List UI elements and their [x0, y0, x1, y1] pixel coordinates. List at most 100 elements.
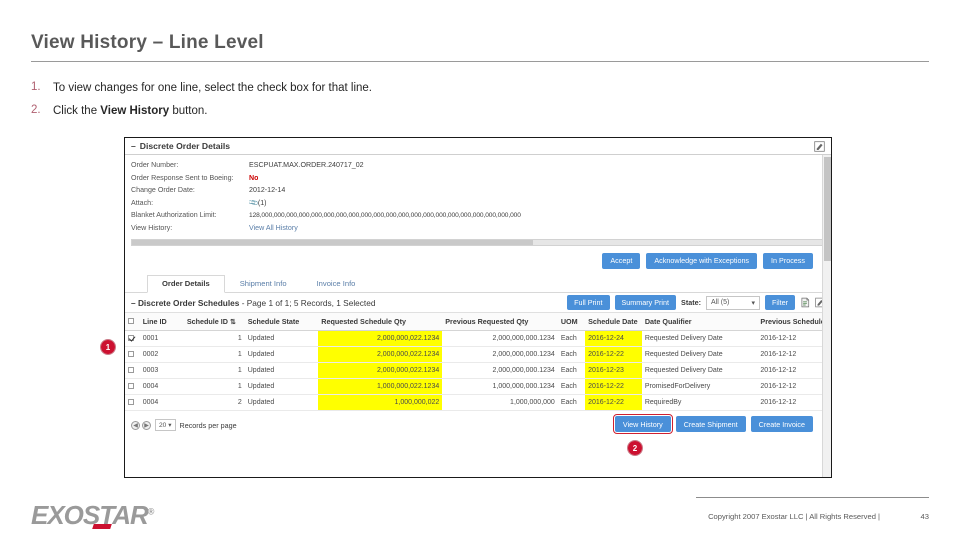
- schedules-bottom-bar: ◀ ▶ 20 ▾ Records per page View History C…: [125, 413, 831, 437]
- summary-print-button[interactable]: Summary Print: [614, 295, 677, 310]
- state-filter-select[interactable]: All (5) ▾: [706, 295, 761, 310]
- select-all-header[interactable]: [125, 312, 140, 331]
- cell-line-id: 0003: [139, 362, 184, 379]
- state-filter-label: State:: [681, 298, 702, 307]
- cell-schedule-state: Updated: [244, 394, 319, 411]
- cell-line-id: 0004: [139, 394, 184, 411]
- tab-shipment-info[interactable]: Shipment Info: [225, 275, 302, 292]
- collapse-toggle-icon[interactable]: –: [131, 141, 136, 151]
- col-requested-schedule-qty[interactable]: Requested Schedule Qty: [318, 312, 443, 331]
- row-select-cell[interactable]: [125, 394, 140, 411]
- tab-order-details[interactable]: Order Details: [147, 275, 225, 293]
- embedded-app-screenshot: – Discrete Order Details Order Number: E…: [124, 137, 832, 478]
- accept-button[interactable]: Accept: [602, 252, 641, 269]
- cell-date-qualifier: Requested Delivery Date: [641, 330, 758, 347]
- cell-date-qualifier: RequiredBy: [641, 394, 758, 411]
- table-row[interactable]: 0004 1 Updated 1,000,000,022.1234 1,000,…: [125, 378, 831, 395]
- collapse-toggle-icon[interactable]: –: [131, 298, 136, 308]
- vertical-scrollbar[interactable]: [822, 155, 831, 477]
- table-row[interactable]: 0003 1 Updated 2,000,000,022.1234 2,000,…: [125, 362, 831, 379]
- document-export-icon[interactable]: [800, 297, 810, 308]
- full-print-button[interactable]: Full Print: [567, 295, 610, 310]
- step-number: 2.: [31, 103, 41, 116]
- table-row[interactable]: 0001 1 Updated 2,000,000,022.1234 2,000,…: [125, 330, 831, 347]
- copyright-text: Copyright 2007 Exostar LLC | All Rights …: [708, 512, 880, 521]
- row-checkbox[interactable]: [128, 382, 134, 389]
- row-checkbox[interactable]: [128, 366, 134, 373]
- col-uom[interactable]: UOM: [557, 312, 586, 331]
- row-select-cell[interactable]: [125, 362, 140, 379]
- scrollbar-thumb[interactable]: [824, 157, 831, 261]
- logo-accent-mark: [92, 524, 112, 529]
- row-select-cell[interactable]: [125, 378, 140, 395]
- sort-icon: ⇅: [229, 317, 236, 326]
- cell-previous-qty: 1,000,000,000: [442, 394, 558, 411]
- cell-schedule-state: Updated: [244, 362, 319, 379]
- order-tabs: Order Details Shipment Info Invoice Info: [125, 273, 831, 293]
- col-schedule-id[interactable]: Schedule ID ⇅: [183, 312, 245, 331]
- view-all-history-link[interactable]: View All History: [249, 224, 298, 232]
- row-select-cell[interactable]: [125, 346, 140, 363]
- col-date-qualifier[interactable]: Date Qualifier: [641, 312, 758, 331]
- cell-schedule-id: 2: [183, 394, 245, 411]
- logo-text: EXOSTAR: [31, 500, 149, 530]
- detail-row: Change Order Date: 2012-12-14: [131, 184, 825, 197]
- cell-requested-qty: 2,000,000,022.1234: [318, 362, 443, 379]
- detail-label: Change Order Date:: [131, 186, 195, 195]
- detail-row: Order Number: ESCPUAT.MAX.ORDER.240717_0…: [131, 159, 825, 172]
- schedules-subtitle: - Page 1 of 1; 5 Records, 1 Selected: [241, 297, 376, 308]
- detail-value-change-order-date: 2012-12-14: [249, 186, 286, 195]
- order-action-buttons: Accept Acknowledge with Exceptions In Pr…: [125, 246, 831, 270]
- table-row[interactable]: 0004 2 Updated 1,000,000,022 1,000,000,0…: [125, 394, 831, 411]
- col-schedule-date[interactable]: Schedule Date: [585, 312, 642, 331]
- select-all-checkbox[interactable]: [128, 318, 134, 324]
- scrollbar-thumb[interactable]: [132, 240, 534, 245]
- detail-label: Blanket Authorization Limit:: [131, 211, 217, 220]
- filter-button[interactable]: Filter: [765, 295, 795, 310]
- next-page-icon[interactable]: ▶: [142, 420, 151, 430]
- cell-schedule-state: Updated: [244, 378, 319, 395]
- col-schedule-state[interactable]: Schedule State: [244, 312, 319, 331]
- cell-requested-qty: 2,000,000,022.1234: [318, 330, 443, 347]
- state-filter-value: All (5): [711, 299, 730, 306]
- schedules-table-body: 0001 1 Updated 2,000,000,022.1234 2,000,…: [125, 330, 831, 411]
- cell-uom: Each: [557, 330, 586, 347]
- horizontal-scrollbar[interactable]: [131, 239, 825, 246]
- row-checkbox[interactable]: [128, 334, 134, 341]
- create-shipment-button[interactable]: Create Shipment: [675, 416, 746, 432]
- view-history-button[interactable]: View History: [612, 414, 673, 434]
- row-checkbox[interactable]: [128, 398, 134, 405]
- col-line-id[interactable]: Line ID: [139, 312, 184, 331]
- cell-uom: Each: [557, 394, 586, 411]
- title-divider: [31, 61, 929, 62]
- prev-page-icon[interactable]: ◀: [131, 420, 140, 430]
- col-previous-schedule-date[interactable]: Previous Schedule Date: [757, 312, 831, 331]
- order-details-panel-header[interactable]: – Discrete Order Details: [125, 138, 831, 155]
- detail-row: Order Response Sent to Boeing: No: [131, 172, 825, 185]
- cell-line-id: 0001: [139, 330, 184, 347]
- detail-row: View History: View All History: [131, 222, 825, 235]
- row-checkbox[interactable]: [128, 350, 134, 357]
- detail-value-attachments[interactable]: 📎(1): [249, 198, 267, 207]
- create-invoice-button[interactable]: Create Invoice: [750, 416, 813, 432]
- table-row[interactable]: 0002 1 Updated 2,000,000,022.1234 2,000,…: [125, 346, 831, 363]
- cell-previous-schedule-date: 2016-12-12: [757, 346, 831, 363]
- records-per-page-select[interactable]: 20 ▾: [155, 419, 176, 431]
- instruction-list: 1. To view changes for one line, select …: [31, 80, 731, 125]
- tab-invoice-info[interactable]: Invoice Info: [302, 275, 371, 292]
- acknowledge-with-exceptions-button[interactable]: Acknowledge with Exceptions: [646, 252, 758, 269]
- edit-icon[interactable]: [814, 141, 825, 152]
- cell-previous-schedule-date: 2016-12-12: [757, 330, 831, 347]
- page-number: 43: [920, 512, 929, 521]
- row-select-cell[interactable]: [125, 330, 140, 347]
- schedules-table: Line ID Schedule ID ⇅ Schedule State Req…: [125, 312, 831, 411]
- cell-schedule-date: 2016-12-23: [585, 362, 642, 379]
- cell-previous-qty: 2,000,000,000.1234: [442, 330, 558, 347]
- in-process-button[interactable]: In Process: [763, 252, 813, 269]
- table-header-row: Line ID Schedule ID ⇅ Schedule State Req…: [125, 312, 831, 331]
- chevron-down-icon: ▾: [751, 299, 756, 307]
- cell-date-qualifier: PromisedForDelivery: [641, 378, 758, 395]
- cell-requested-qty: 2,000,000,022.1234: [318, 346, 443, 363]
- step-text-part: button.: [169, 104, 208, 117]
- col-previous-requested-qty[interactable]: Previous Requested Qty: [442, 312, 558, 331]
